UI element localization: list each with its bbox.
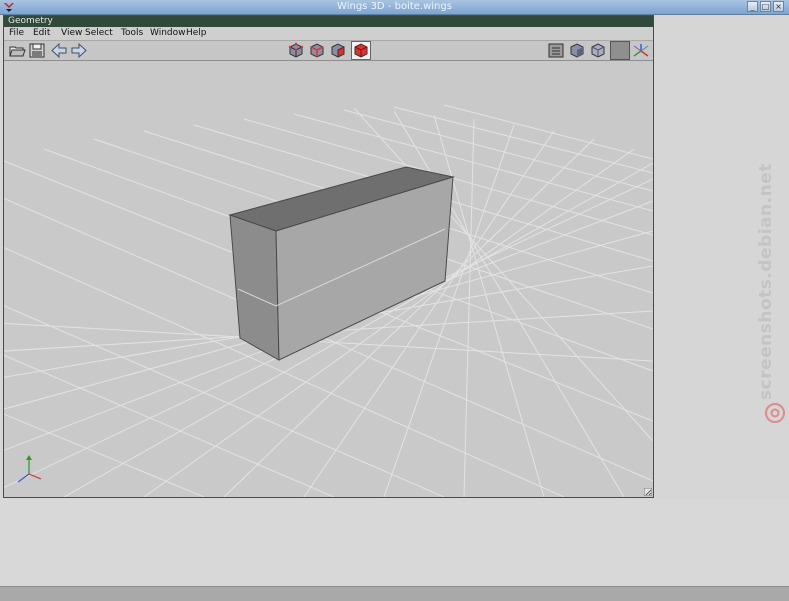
menu-tools[interactable]: Tools <box>121 27 143 40</box>
menu-edit[interactable]: Edit <box>33 27 50 40</box>
smooth-cube-icon[interactable] <box>589 42 607 59</box>
maximize-button[interactable]: □ <box>760 1 771 12</box>
face-select-icon[interactable] <box>329 42 347 59</box>
save-icon[interactable] <box>28 42 46 59</box>
geometry-window: Geometry File Edit View Select Tools Win… <box>3 15 654 498</box>
menu-select[interactable]: Select <box>85 27 113 40</box>
menu-bar: File Edit View Select Tools Window Help <box>4 27 653 41</box>
object-select-icon[interactable] <box>352 42 370 59</box>
axes-icon[interactable] <box>632 42 650 59</box>
window-titlebar: Wings 3D - boite.wings _ □ × <box>0 0 789 15</box>
close-button[interactable]: × <box>773 1 784 12</box>
vertex-select-icon[interactable] <box>287 42 305 59</box>
geometry-panel-title: Geometry <box>4 16 653 27</box>
groundplane-icon[interactable] <box>547 42 565 59</box>
minimize-button[interactable]: _ <box>747 1 758 12</box>
box-mesh[interactable] <box>228 166 455 361</box>
resize-grip-icon[interactable] <box>644 488 652 496</box>
3d-viewport[interactable] <box>4 61 653 497</box>
redo-arrow-icon[interactable] <box>70 42 88 59</box>
scene-canvas <box>4 104 653 497</box>
axis-indicator <box>17 455 42 483</box>
status-bar <box>0 586 789 601</box>
menu-window[interactable]: Window <box>150 27 186 40</box>
screenshots-watermark: screenshots.debian.net <box>756 163 776 400</box>
menu-file[interactable]: File <box>9 27 24 40</box>
edge-select-icon[interactable] <box>308 42 326 59</box>
wireframe-icon[interactable] <box>610 41 630 60</box>
open-folder-icon[interactable] <box>8 42 26 59</box>
window-title: Wings 3D - boite.wings <box>337 1 452 12</box>
toolbar <box>4 41 653 61</box>
shaded-cube-icon[interactable] <box>568 42 586 59</box>
menu-view[interactable]: View <box>61 27 82 40</box>
debian-swirl-icon <box>765 403 785 423</box>
menu-help[interactable]: Help <box>186 27 207 40</box>
undo-arrow-icon[interactable] <box>50 42 68 59</box>
status-area <box>0 498 789 586</box>
